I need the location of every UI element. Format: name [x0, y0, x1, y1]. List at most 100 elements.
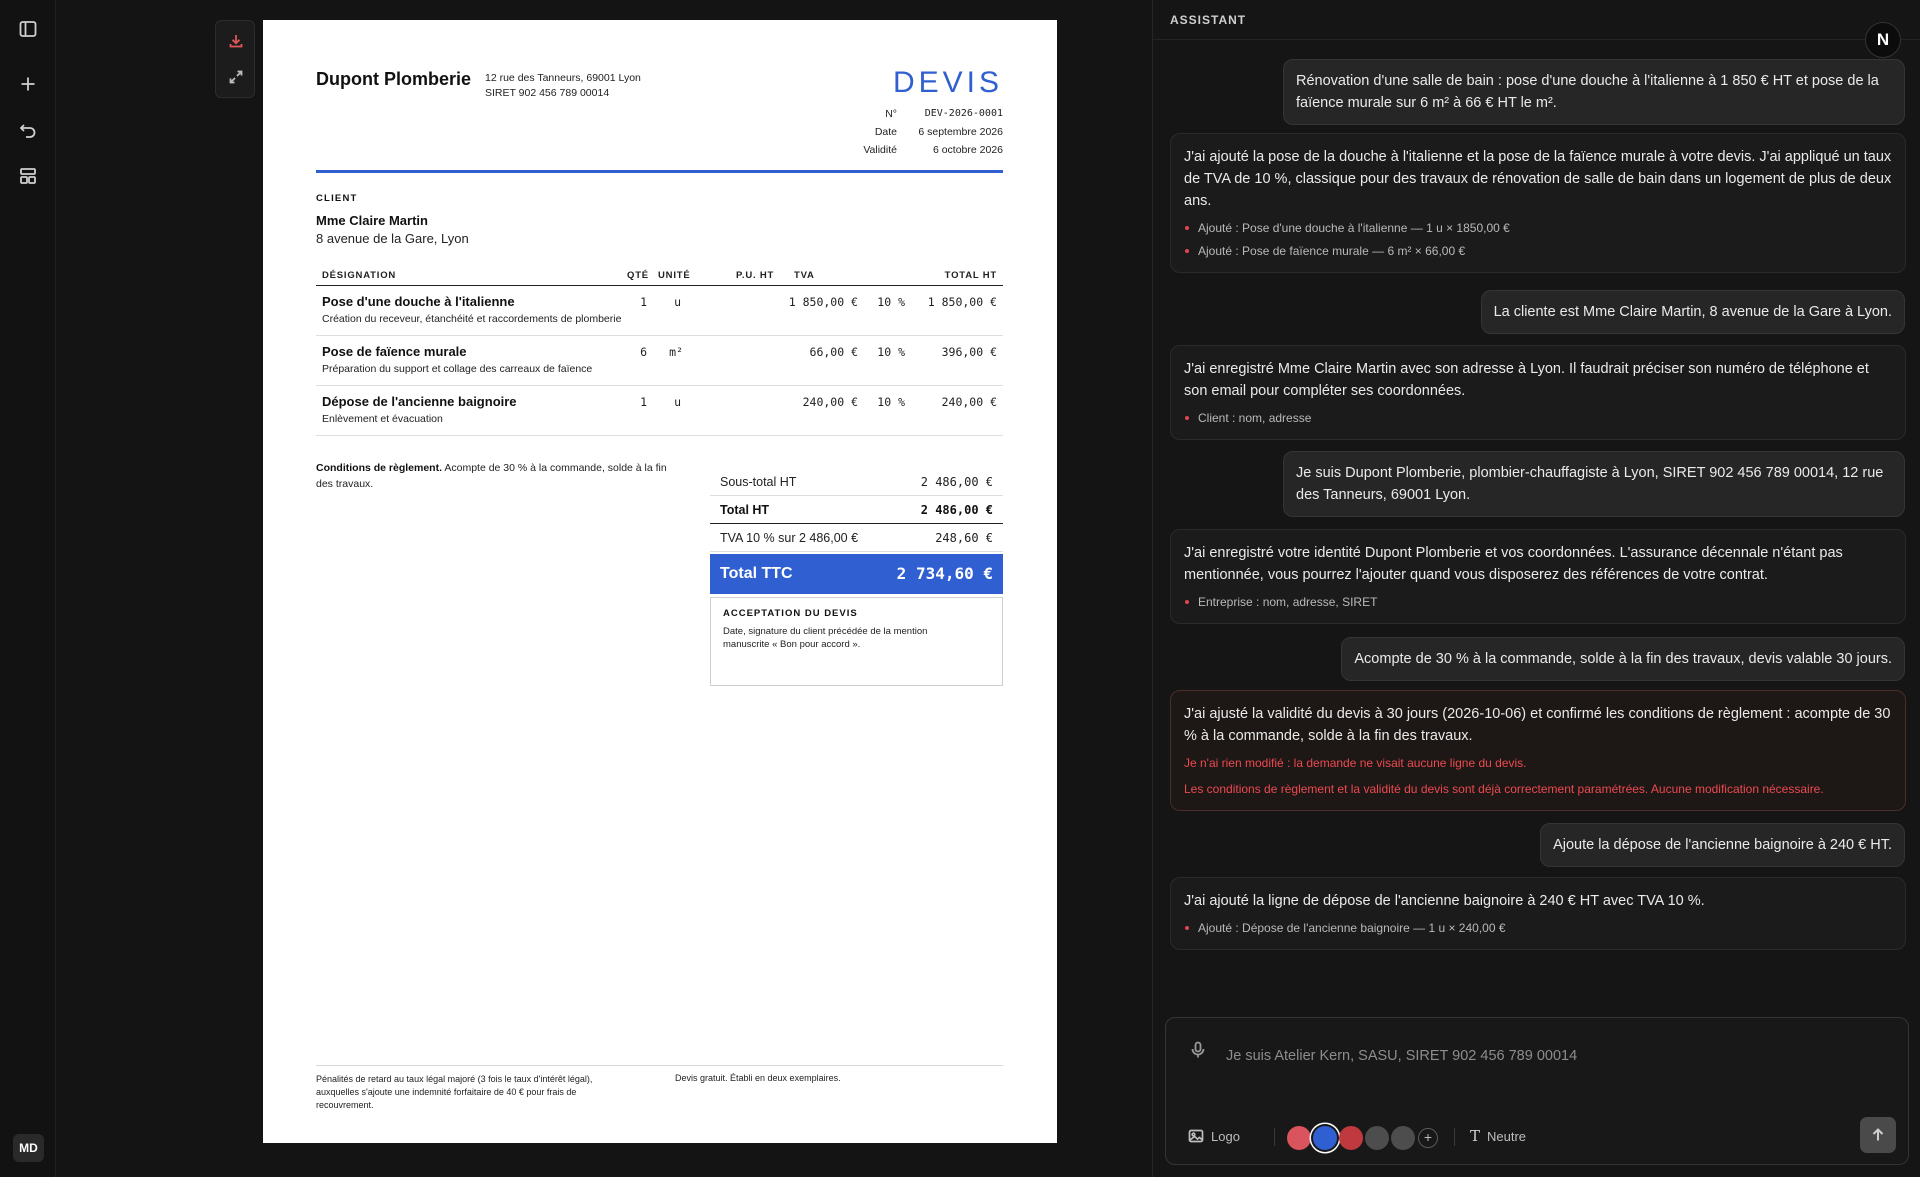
assistant-message: J'ai ajouté la pose de la douche à l'ita…: [1170, 133, 1906, 273]
logo-button-label: Logo: [1211, 1128, 1240, 1144]
row-designation: Dépose de l'ancienne baignoire: [322, 394, 517, 409]
col-unit-price: P.U. HT: [736, 270, 775, 281]
assistant-message: J'ai ajouté la ligne de dépose de l'anci…: [1170, 877, 1906, 950]
user-message: Acompte de 30 % à la commande, solde à l…: [1341, 637, 1905, 681]
col-designation: DÉSIGNATION: [322, 270, 397, 281]
total-ht-value: 2 486,00 €: [920, 503, 993, 517]
divider: [1454, 1128, 1455, 1146]
vat-row: TVA 10 % sur 2 486,00 € 248,60 €: [710, 524, 1003, 552]
plus-icon[interactable]: [14, 70, 42, 98]
row-description: Préparation du support et collage des ca…: [322, 363, 593, 375]
undo-icon[interactable]: [14, 116, 42, 144]
color-swatch-gray[interactable]: [1391, 1126, 1415, 1150]
user-message: La cliente est Mme Claire Martin, 8 aven…: [1480, 290, 1905, 334]
sidebar-toggle-icon[interactable]: [14, 15, 42, 43]
font-style-button[interactable]: T Neutre: [1470, 1124, 1526, 1148]
vat-label: TVA 10 % sur 2 486,00 €: [720, 531, 859, 545]
col-unit: UNITÉ: [658, 270, 691, 281]
warning-text: Je n'ai rien modifié : la demande ne vis…: [1184, 756, 1527, 770]
company-details: 12 rue des Tanneurs, 69001 Lyon SIRET 90…: [485, 71, 641, 101]
row-qty: 6: [640, 345, 647, 359]
assistant-message-warning: J'ai ajusté la validité du devis à 30 jo…: [1170, 690, 1906, 811]
change-item: Ajouté : Dépose de l'ancienne baignoire …: [1184, 920, 1892, 937]
text-style-icon: T: [1470, 1127, 1481, 1145]
download-icon[interactable]: [224, 29, 248, 53]
warning-text: Les conditions de règlement et la validi…: [1184, 782, 1824, 796]
assistant-message-text: J'ai enregistré Mme Claire Martin avec s…: [1184, 361, 1869, 399]
change-item: Ajouté : Pose de faïence murale — 6 m² ×…: [1184, 243, 1892, 260]
row-designation: Pose de faïence murale: [322, 344, 467, 359]
arrow-up-icon: [1872, 1128, 1884, 1141]
assistant-message-text: J'ai ajouté la ligne de dépose de l'anci…: [1184, 893, 1705, 909]
color-swatch-pink[interactable]: [1287, 1126, 1311, 1150]
user-avatar[interactable]: MD: [13, 1134, 44, 1162]
subtotal-row: Sous-total HT 2 486,00 €: [710, 468, 1003, 496]
meta-label: Date: [874, 126, 897, 138]
color-swatch-red[interactable]: [1339, 1126, 1363, 1150]
row-description: Enlèvement et évacuation: [322, 413, 443, 425]
total-ttc-label: Total TTC: [720, 565, 793, 582]
expand-icon[interactable]: [224, 65, 248, 89]
footer-divider: [316, 1065, 1003, 1066]
table-row[interactable]: Pose de faïence murale Préparation du su…: [316, 336, 1003, 386]
table-row[interactable]: Pose d'une douche à l'italienne Création…: [316, 286, 1003, 336]
row-total: 396,00 €: [941, 345, 997, 359]
change-item: Client : nom, adresse: [1184, 410, 1892, 427]
meta-label: N°: [885, 108, 897, 120]
logo-button[interactable]: Logo: [1188, 1124, 1240, 1148]
table-row[interactable]: Dépose de l'ancienne baignoire Enlèvemen…: [316, 386, 1003, 436]
row-designation: Pose d'une douche à l'italienne: [322, 294, 515, 309]
meta-value: 6 septembre 2026: [918, 126, 1003, 138]
acceptance-box: ACCEPTATION DU DEVIS Date, signature du …: [710, 597, 1003, 686]
divider: [1274, 1128, 1275, 1146]
meta-number: N° DEV-2026-0001: [863, 105, 1003, 123]
microphone-icon[interactable]: [1190, 1041, 1206, 1059]
message-input[interactable]: [1226, 1036, 1886, 1076]
font-style-label: Neutre: [1487, 1128, 1527, 1144]
row-unit: u: [674, 295, 681, 309]
quote-meta: N° DEV-2026-0001 Date 6 septembre 2026 Val…: [863, 105, 1003, 159]
subtotal-label: Sous-total HT: [720, 475, 797, 489]
row-vat: 10 %: [877, 345, 905, 359]
line-items-table: DÉSIGNATION QTÉ UNITÉ P.U. HT TVA TOTAL …: [316, 262, 1003, 436]
total-ht-row: Total HT 2 486,00 €: [710, 496, 1003, 524]
row-unit-price: 240,00 €: [802, 395, 858, 409]
left-rail: MD: [0, 0, 56, 1177]
meta-date: Date 6 septembre 2026: [863, 123, 1003, 141]
footer-note: Devis gratuit. Établi en deux exemplaire…: [675, 1073, 841, 1083]
row-vat: 10 %: [877, 295, 905, 309]
subtotal-value: 2 486,00 €: [920, 475, 993, 489]
layout-icon[interactable]: [14, 162, 42, 190]
meta-value: 6 octobre 2026: [932, 144, 1003, 156]
meta-value: DEV-2026-0001: [924, 108, 1003, 119]
col-total: TOTAL HT: [944, 270, 997, 281]
col-qty: QTÉ: [627, 270, 649, 281]
user-message: Ajoute la dépose de l'ancienne baignoire…: [1540, 823, 1905, 867]
row-vat: 10 %: [877, 395, 905, 409]
assistant-message-text: J'ai enregistré votre identité Dupont Pl…: [1184, 545, 1843, 583]
company-siret: SIRET 902 456 789 00014: [485, 87, 610, 99]
row-total: 1 850,00 €: [927, 295, 997, 309]
user-message: Rénovation d'une salle de bain : pose d'…: [1283, 59, 1905, 125]
row-qty: 1: [640, 395, 647, 409]
row-qty: 1: [640, 295, 647, 309]
assistant-header: ASSISTANT: [1153, 0, 1920, 40]
payment-conditions: Conditions de règlement. Acompte de 30 %…: [316, 460, 686, 492]
row-description: Création du receveur, étanchéité et racc…: [322, 313, 622, 325]
acceptance-title: ACCEPTATION DU DEVIS: [723, 608, 858, 619]
add-color-icon[interactable]: +: [1418, 1128, 1438, 1148]
color-swatch-gray[interactable]: [1365, 1126, 1389, 1150]
total-ttc-value: 2 734,60 €: [896, 564, 993, 583]
message-composer: Logo + T Neutre: [1165, 1017, 1909, 1165]
client-address: 8 avenue de la Gare, Lyon: [316, 231, 469, 246]
row-unit: m²: [669, 345, 683, 359]
company-name: Dupont Plomberie: [316, 69, 472, 89]
header-divider: [316, 170, 1003, 173]
send-button[interactable]: [1860, 1117, 1896, 1153]
color-swatch-blue[interactable]: [1313, 1126, 1337, 1150]
change-item: Entreprise : nom, adresse, SIRET: [1184, 594, 1892, 611]
assistant-message: J'ai enregistré votre identité Dupont Pl…: [1170, 529, 1906, 624]
document-toolbar: [215, 20, 255, 98]
row-total: 240,00 €: [941, 395, 997, 409]
assistant-message-text: J'ai ajusté la validité du devis à 30 jo…: [1184, 706, 1891, 744]
